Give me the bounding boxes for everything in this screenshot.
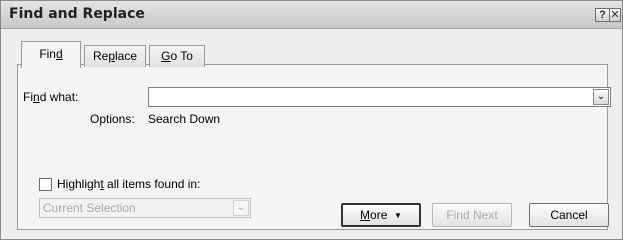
tab-find-label-accel: d	[55, 47, 63, 61]
tab-find[interactable]: Find	[21, 41, 81, 68]
find-replace-dialog: Find and Replace ? ✕ Find Replace Go To …	[0, 0, 623, 240]
more-arrow-icon: ▼	[394, 211, 402, 220]
find-what-label: Find what:	[23, 90, 78, 104]
highlight-label-post: all items found in:	[103, 177, 201, 191]
find-label-pre: Fi	[23, 90, 33, 104]
find-next-button[interactable]: Find Next	[432, 203, 512, 227]
tab-replace-label-accel: p	[108, 49, 115, 63]
highlight-checkbox[interactable]	[39, 178, 52, 191]
tab-find-label-pre: Fin	[39, 47, 56, 61]
title-bar[interactable]: Find and Replace ? ✕	[1, 1, 622, 29]
options-label: Options:	[90, 112, 135, 126]
tab-goto-label-post: o To	[170, 49, 193, 63]
more-button[interactable]: More ▼	[341, 203, 421, 227]
options-value: Search Down	[148, 112, 221, 126]
chevron-down-icon[interactable]: ⌄	[593, 89, 609, 105]
find-what-input[interactable]: ⌄	[148, 87, 611, 107]
more-label-accel: M	[360, 208, 371, 222]
find-label-accel: n	[33, 90, 40, 104]
scope-selected-value: Current Selection	[43, 201, 136, 215]
highlight-label-pre: Highligh	[57, 177, 101, 191]
chevron-down-icon[interactable]: ⌄	[233, 200, 249, 216]
cancel-button[interactable]: Cancel	[529, 203, 609, 227]
find-label-post: d what:	[39, 90, 79, 104]
scope-select[interactable]: Current Selection ⌄	[39, 198, 251, 218]
close-icon[interactable]: ✕	[609, 8, 621, 22]
more-label-post: ore	[370, 208, 388, 222]
window-title: Find and Replace	[9, 6, 145, 22]
highlight-label: Highlight all items found in:	[57, 177, 200, 191]
help-icon[interactable]: ?	[595, 8, 610, 22]
tab-replace[interactable]: Replace	[84, 45, 146, 67]
tab-replace-label-pre: Re	[92, 49, 109, 63]
tab-replace-label-post: lace	[115, 49, 138, 63]
tab-goto[interactable]: Go To	[149, 45, 205, 67]
